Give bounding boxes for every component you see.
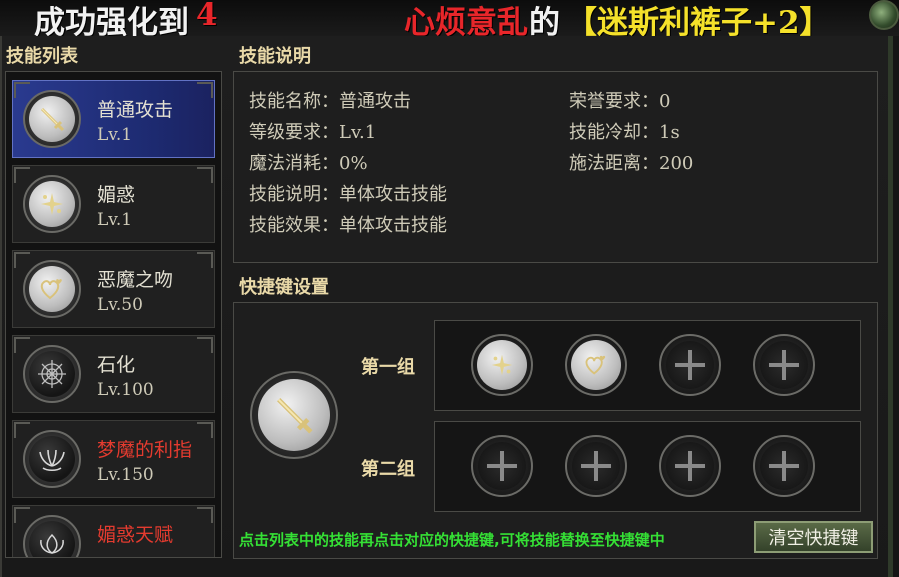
mana-cost-label: 魔法消耗： (249, 153, 339, 174)
clear-hotkeys-button[interactable]: 清空快捷键 (754, 521, 873, 553)
skill-item-petrify[interactable]: 石化 Lv.100 (12, 335, 215, 413)
skill-item-name: 媚惑 (97, 184, 136, 206)
group1-slots (434, 320, 861, 411)
group1-slot-3[interactable] (659, 334, 721, 396)
hotkey-title: 快捷键设置 (239, 277, 329, 298)
group1-slot-4[interactable] (753, 334, 815, 396)
honor-req-value: 0 (659, 91, 671, 112)
banner-item-text: 【迷斯利裤子+2】 (566, 5, 831, 36)
heart-icon (23, 260, 81, 318)
skill-desc-title: 技能说明 (239, 46, 311, 67)
skill-name-row: 技能名称：普通攻击 (249, 87, 411, 113)
skill-text-value: 单体攻击技能 (339, 184, 447, 205)
cast-range-row: 施法距离：200 (569, 149, 693, 175)
window-corner-orb-icon (869, 0, 899, 30)
sword-icon (23, 90, 81, 148)
plus-icon (760, 341, 808, 389)
skill-item-level: Lv.1 (97, 210, 133, 230)
skill-item-name: 石化 (97, 354, 136, 376)
skill-name-label: 技能名称： (249, 91, 339, 112)
skill-text-row: 技能说明：单体攻击技能 (249, 180, 447, 206)
cast-range-value: 200 (659, 153, 694, 174)
selected-skill-sword-icon[interactable] (250, 371, 338, 459)
skill-name-value: 普通攻击 (339, 91, 411, 112)
hotkey-hint: 点击列表中的技能再点击对应的快捷键,可将技能替换至快捷键中 (239, 531, 665, 549)
skill-item-level: Lv.150 (97, 465, 154, 485)
skill-item-level: Lv.50 (97, 295, 143, 315)
honor-req-row: 荣誉要求：0 (569, 87, 670, 113)
banner-left-number: 4 (196, 0, 218, 33)
group1-slot-2[interactable] (565, 334, 627, 396)
skill-item-nightmare-finger[interactable]: 梦魔的利指 Lv.150 (12, 420, 215, 498)
skill-item-level: Lv.1 (97, 125, 133, 145)
skill-item-name: 普通攻击 (97, 99, 174, 121)
heart-icon (571, 340, 621, 390)
level-req-row: 等级要求：Lv.1 (249, 118, 376, 144)
group1-label: 第一组 (361, 357, 415, 378)
cooldown-row: 技能冷却：1s (569, 118, 680, 144)
cooldown-value: 1s (659, 122, 680, 143)
group2-label: 第二组 (361, 459, 415, 480)
skill-item-charm[interactable]: 媚惑 Lv.1 (12, 165, 215, 243)
banner-mid-text: 的 (529, 5, 560, 36)
skill-item-name: 梦魔的利指 (97, 439, 193, 461)
skill-item-name: 恶魔之吻 (97, 269, 174, 291)
plus-icon (572, 442, 620, 490)
level-req-value: Lv.1 (339, 122, 377, 143)
plus-icon (666, 341, 714, 389)
cooldown-label: 技能冷却： (569, 122, 659, 143)
skill-item-normal-attack[interactable]: 普通攻击 Lv.1 (12, 80, 215, 158)
skill-effect-row: 技能效果：单体攻击技能 (249, 211, 447, 237)
plus-icon (760, 442, 808, 490)
system-message-banner: 成功强化到 4 心烦意乱 的 【迷斯利裤子+2】 (0, 0, 899, 36)
mana-cost-value: 0% (339, 153, 368, 174)
group2-slot-3[interactable] (659, 435, 721, 497)
skill-desc-panel: 技能名称：普通攻击 等级要求：Lv.1 魔法消耗：0% 技能说明：单体攻击技能 … (233, 71, 878, 263)
group2-slot-4[interactable] (753, 435, 815, 497)
skill-item-demon-kiss[interactable]: 恶魔之吻 Lv.50 (12, 250, 215, 328)
group2-slot-2[interactable] (565, 435, 627, 497)
skill-list: 普通攻击 Lv.1 媚惑 Lv.1 恶魔之吻 Lv.50 石化 Lv.100 梦… (5, 71, 222, 558)
skill-effect-value: 单体攻击技能 (339, 215, 447, 236)
skill-item-charm-talent[interactable]: 媚惑天赋 (12, 505, 215, 557)
banner-left-text: 成功强化到 (34, 5, 189, 36)
mana-cost-row: 魔法消耗：0% (249, 149, 368, 175)
skill-item-level: Lv.100 (97, 380, 154, 400)
skill-list-title: 技能列表 (6, 46, 78, 67)
claw-icon (23, 430, 81, 488)
sparkle-icon (23, 175, 81, 233)
sparkle-icon (477, 340, 527, 390)
plus-icon (666, 442, 714, 490)
cast-range-label: 施法距离： (569, 153, 659, 174)
group1-slot-1[interactable] (471, 334, 533, 396)
plus-icon (478, 442, 526, 490)
banner-target-name: 心烦意乱 (404, 5, 528, 36)
group2-slots (434, 421, 861, 512)
honor-req-label: 荣誉要求： (569, 91, 659, 112)
web-icon (23, 345, 81, 403)
skill-item-name: 媚惑天赋 (97, 524, 174, 546)
skill-text-label: 技能说明： (249, 184, 339, 205)
level-req-label: 等级要求： (249, 122, 339, 143)
lotus-icon (23, 515, 81, 557)
group2-slot-1[interactable] (471, 435, 533, 497)
skill-effect-label: 技能效果： (249, 215, 339, 236)
